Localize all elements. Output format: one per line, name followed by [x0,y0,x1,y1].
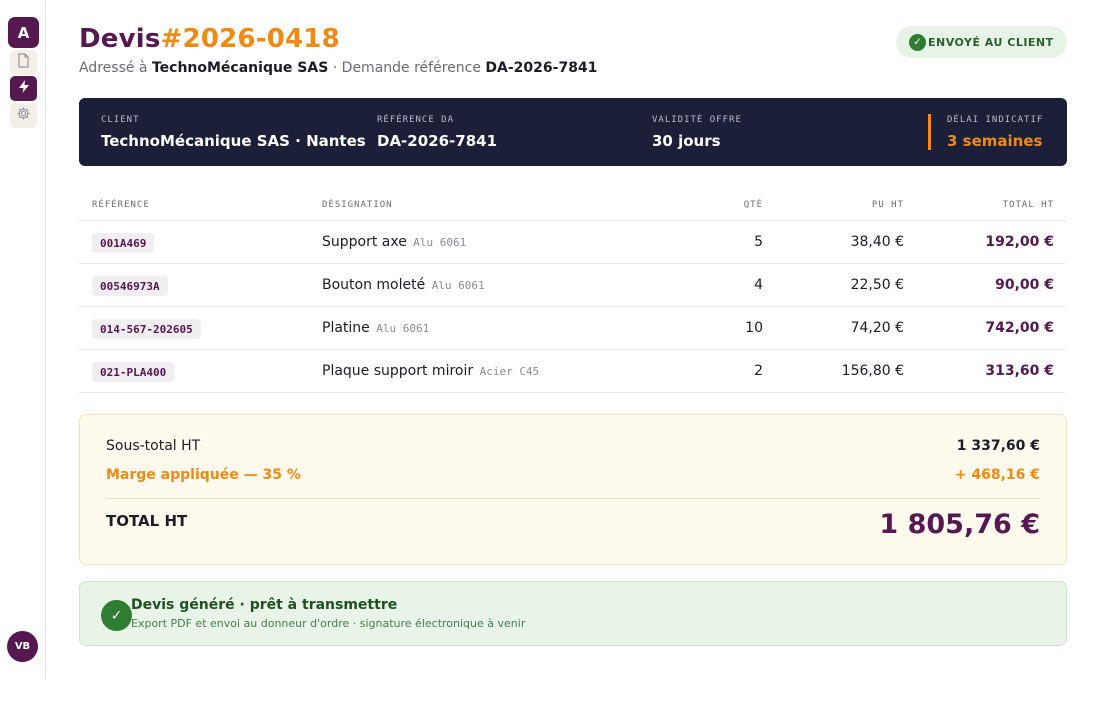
sidebar: A VB [0,0,46,680]
row-designation: Support axe Alu 6061 [322,234,466,250]
row-qty: 5 [754,234,763,250]
row-ref: 001A469 [92,233,155,253]
row-designation: Platine Alu 6061 [322,320,429,336]
sidebar-item-settings[interactable] [10,103,37,128]
table-header: RÉFÉRENCE DÉSIGNATION QTÉ PU HT TOTAL HT [79,188,1066,221]
quote-number: #2026-0418 [160,24,340,54]
info-validity: VALIDITÉ OFFRE 30 jours [652,115,742,150]
row-designation-name: Bouton moleté [322,277,426,293]
document-icon [17,53,30,72]
subtitle-request: · Demande référence [332,60,481,76]
success-title: Devis généré · prêt à transmettre [131,597,398,613]
row-total: 742,00 € [985,320,1054,336]
app-logo[interactable]: A [8,17,39,48]
margin-label: Marge appliquée — 35 % [106,467,301,483]
col-header-ref: RÉFÉRENCE [92,200,150,210]
subtitle-client: TechnoMécanique SAS [151,60,329,76]
table-row[interactable]: 001A469 Support axe Alu 6061 5 38,40 € 1… [79,221,1066,264]
info-validity-value: 30 jours [652,132,721,150]
info-delay: DÉLAI INDICATIF 3 semaines [947,115,1043,150]
info-client: CLIENT TechnoMécanique SAS · Nantes [101,115,366,150]
quote-info-band: CLIENT TechnoMécanique SAS · Nantes RÉFÉ… [79,98,1067,166]
check-icon: ✓ [909,33,926,51]
totals-panel: Sous-total HT 1 337,60 € Marge appliquée… [79,414,1067,565]
bolt-icon [18,79,30,98]
table-row[interactable]: 021-PLA400 Plaque support miroir Acier C… [79,350,1066,393]
title-prefix: Devis [79,24,161,54]
margin-value: + 468,16 € [954,467,1040,483]
row-unit-price: 74,20 € [850,320,904,336]
row-total: 192,00 € [985,234,1054,250]
status-badge: ✓ ENVOYÉ AU CLIENT [896,26,1067,58]
row-material: Alu 6061 [413,236,467,249]
row-designation: Bouton moleté Alu 6061 [322,277,485,293]
info-ref-value: DA-2026-7841 [377,132,498,150]
row-designation: Plaque support miroir Acier C45 [322,363,539,379]
success-detail: Export PDF et envoi au donneur d'ordre ·… [131,617,526,630]
row-designation-name: Support axe [322,234,407,250]
user-avatar[interactable]: VB [7,631,38,662]
row-total: 90,00 € [995,277,1054,293]
row-unit-price: 38,40 € [850,234,904,250]
page-subtitle: Adressé à TechnoMécanique SAS · Demande … [79,60,597,76]
row-designation-name: Plaque support miroir [322,363,474,379]
row-material: Acier C45 [479,365,540,378]
col-header-qty: QTÉ [743,200,763,210]
info-delay-label: DÉLAI INDICATIF [947,115,1044,125]
sidebar-item-documents[interactable] [10,50,37,75]
subtitle-addressed: Adressé à [79,60,148,76]
subtitle-request-ref: DA-2026-7841 [485,60,598,76]
table-row[interactable]: 014-567-202605 Platine Alu 6061 10 74,20… [79,307,1066,350]
table-row[interactable]: 00546973A Bouton moleté Alu 6061 4 22,50… [79,264,1066,307]
totals-divider [106,498,1040,499]
subtotal-label: Sous-total HT [106,438,201,454]
total-value: 1 805,76 € [879,509,1040,540]
quote-lines-table: RÉFÉRENCE DÉSIGNATION QTÉ PU HT TOTAL HT… [79,188,1066,393]
status-badge-label: ENVOYÉ AU CLIENT [928,35,1054,49]
row-ref: 021-PLA400 [92,362,175,382]
row-material: Alu 6061 [431,279,485,292]
success-banner: ✓ Devis généré · prêt à transmettre Expo… [79,581,1067,646]
page-title: Devis#2026-0418 [79,24,340,54]
row-qty: 10 [745,320,763,336]
info-client-value: TechnoMécanique SAS · Nantes [101,132,366,150]
sidebar-item-automation[interactable] [10,76,37,101]
row-ref: 00546973A [92,276,168,296]
info-client-label: CLIENT [101,115,140,125]
row-material: Alu 6061 [376,322,430,335]
row-qty: 4 [754,277,763,293]
info-ref-label: RÉFÉRENCE DA [377,115,455,125]
row-unit-price: 156,80 € [841,363,904,379]
info-delay-accent [928,114,931,150]
row-ref: 014-567-202605 [92,319,201,339]
row-total: 313,60 € [985,363,1054,379]
row-unit-price: 22,50 € [850,277,904,293]
row-designation-name: Platine [322,320,370,336]
subtotal-value: 1 337,60 € [956,438,1040,454]
col-header-designation: DÉSIGNATION [322,200,393,210]
gear-icon [16,106,31,125]
info-validity-label: VALIDITÉ OFFRE [652,115,742,125]
info-delay-value: 3 semaines [947,132,1043,150]
success-check-icon: ✓ [101,600,132,631]
row-qty: 2 [754,363,763,379]
col-header-unit-price: PU HT [871,200,904,210]
col-header-total: TOTAL HT [1002,200,1054,210]
info-ref: RÉFÉRENCE DA DA-2026-7841 [377,115,497,150]
total-label: TOTAL HT [106,512,188,530]
